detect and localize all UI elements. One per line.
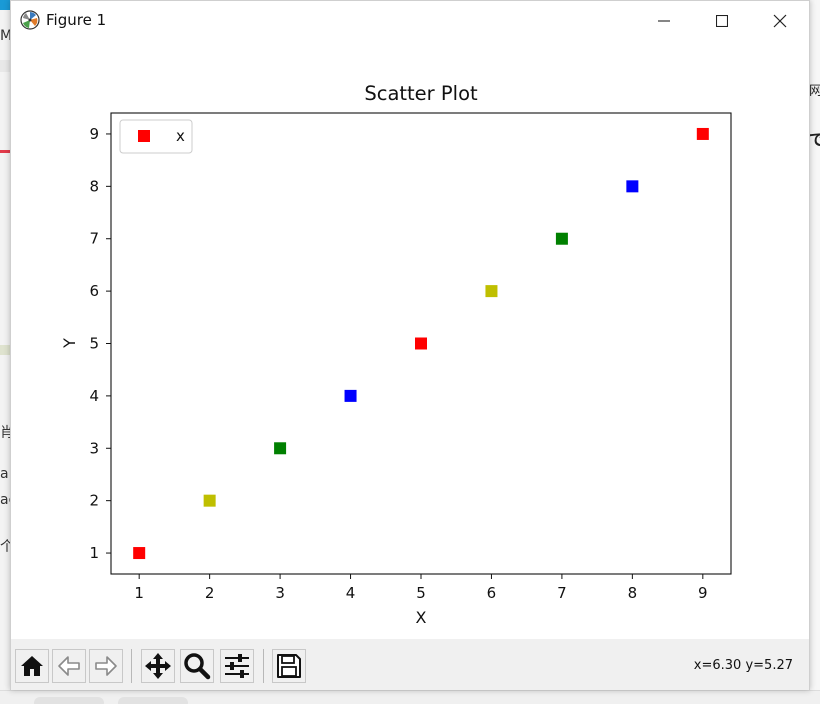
forward-button[interactable] <box>89 649 123 683</box>
maximize-button[interactable] <box>693 1 751 40</box>
pan-button[interactable] <box>141 649 175 683</box>
save-button[interactable] <box>272 649 306 683</box>
x-axis-label: X <box>416 608 427 627</box>
y-axis: 1 2 3 4 5 6 7 8 9 <box>89 125 111 562</box>
legend-marker <box>138 130 150 142</box>
y-tick-label: 1 <box>89 544 99 562</box>
background-text: a <box>0 466 9 482</box>
x-tick-label: 7 <box>557 584 567 602</box>
scatter-point <box>555 232 568 245</box>
x-tick-label: 5 <box>416 584 426 602</box>
x-tick-label: 8 <box>628 584 638 602</box>
maximize-icon <box>716 14 728 27</box>
background-taskbar <box>0 690 820 704</box>
scatter-point <box>696 127 709 140</box>
move-icon <box>145 653 171 679</box>
home-icon <box>21 656 43 676</box>
y-tick-label: 4 <box>89 387 99 405</box>
scatter-point <box>274 442 287 455</box>
zoom-button[interactable] <box>180 649 214 683</box>
chart-title: Scatter Plot <box>364 82 478 105</box>
y-tick-label: 5 <box>89 335 99 353</box>
y-axis-label: Y <box>60 338 79 349</box>
y-tick-label: 7 <box>89 230 99 248</box>
legend: x <box>119 119 193 154</box>
arrow-right-icon <box>95 656 117 676</box>
y-tick-label: 6 <box>89 282 99 300</box>
background-text: 网 <box>809 84 820 99</box>
x-tick-label: 2 <box>205 584 215 602</box>
sliders-icon <box>225 654 249 678</box>
y-tick-label: 9 <box>89 125 99 143</box>
cursor-coordinates: x=6.30 y=5.27 <box>693 658 793 673</box>
y-tick-label: 2 <box>89 492 99 510</box>
floppy-icon <box>277 654 301 678</box>
scatter-point <box>133 547 146 560</box>
x-tick-label: 3 <box>275 584 285 602</box>
scatter-plot[interactable]: Scatter Plot 1 2 3 4 5 6 7 8 9 1 2 3 4 5 6 7 8 9 X Y x <box>11 40 809 639</box>
y-tick-label: 8 <box>89 177 99 195</box>
scatter-point <box>415 337 427 350</box>
minimize-button[interactable] <box>635 1 693 40</box>
back-button[interactable] <box>52 649 86 683</box>
y-tick-label: 3 <box>89 439 99 457</box>
scatter-point <box>203 494 216 507</box>
arrow-left-icon <box>58 656 80 676</box>
title-bar[interactable]: Figure 1 <box>11 1 809 40</box>
x-tick-label: 6 <box>487 584 497 602</box>
close-icon <box>773 14 787 27</box>
scatter-point <box>485 285 498 298</box>
background-pill <box>118 697 188 704</box>
scatter-point <box>344 389 357 402</box>
legend-label: x <box>176 127 185 145</box>
toolbar-separator <box>263 649 264 683</box>
figure-window: Figure 1 Scatter Plot 1 2 3 4 5 6 7 8 9 1 2 3 4 5 6 7 8… <box>10 0 810 690</box>
configure-subplots-button[interactable] <box>220 649 254 683</box>
close-button[interactable] <box>751 1 809 40</box>
navigation-toolbar: x=6.30 y=5.27 <box>11 639 809 690</box>
magnifier-icon <box>184 653 211 680</box>
toolbar-separator <box>131 649 132 683</box>
background-text: で <box>809 130 820 149</box>
matplotlib-logo-icon <box>20 10 40 30</box>
x-axis: 1 2 3 4 5 6 7 8 9 <box>134 574 708 602</box>
background-pill <box>34 697 104 704</box>
x-tick-label: 9 <box>698 584 708 602</box>
window-title: Figure 1 <box>46 11 107 29</box>
x-tick-label: 4 <box>346 584 356 602</box>
home-button[interactable] <box>15 649 49 683</box>
x-tick-label: 1 <box>134 584 144 602</box>
minimize-icon <box>658 19 670 22</box>
scatter-point <box>626 180 639 193</box>
figure-canvas[interactable]: Scatter Plot 1 2 3 4 5 6 7 8 9 1 2 3 4 5 6 7 8 9 X Y x <box>11 40 809 639</box>
